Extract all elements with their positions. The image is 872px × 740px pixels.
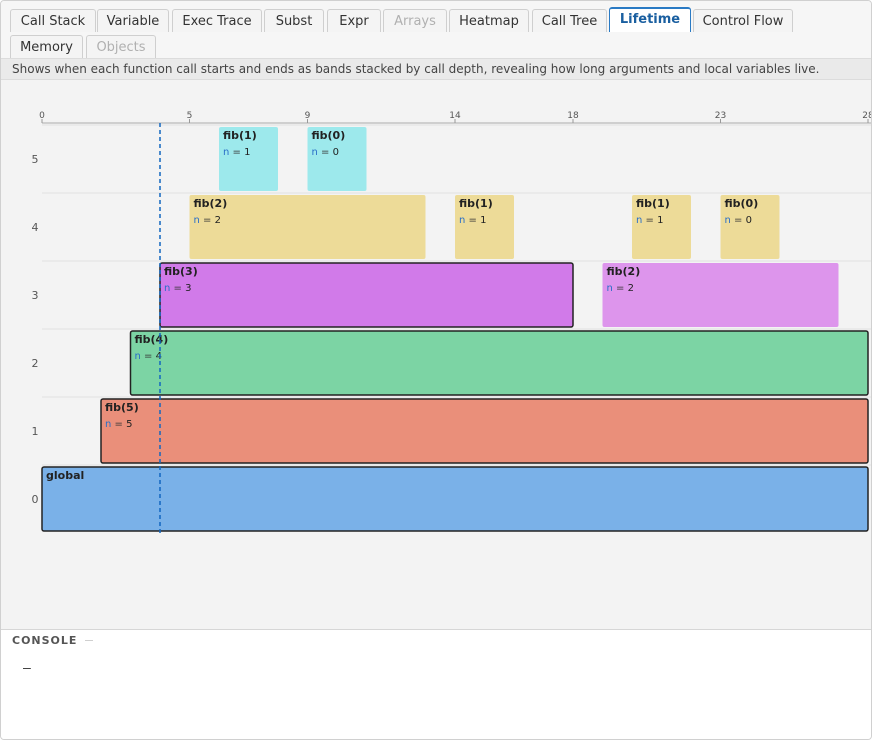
call-band-rect[interactable] bbox=[129, 330, 869, 396]
argument-equals: = bbox=[642, 215, 657, 226]
argument-value: 2 bbox=[628, 283, 634, 294]
call-argument: n = 4 bbox=[135, 351, 162, 362]
call-name: fib(2) bbox=[194, 197, 228, 210]
argument-value: 4 bbox=[156, 351, 162, 362]
argument-value: 1 bbox=[657, 215, 663, 226]
x-tick-label: 14 bbox=[449, 111, 461, 121]
call-band[interactable]: fib(1) n = 1 bbox=[632, 195, 691, 259]
call-name: fib(4) bbox=[135, 333, 169, 346]
call-name: fib(1) bbox=[459, 197, 493, 210]
depth-label: 2 bbox=[32, 357, 39, 370]
call-band[interactable]: fib(0) n = 0 bbox=[720, 195, 780, 259]
tab-subst[interactable]: Subst bbox=[264, 9, 324, 32]
argument-value: 1 bbox=[244, 147, 250, 158]
call-name: fib(2) bbox=[607, 265, 641, 278]
call-argument: n = 1 bbox=[636, 215, 663, 226]
call-band[interactable]: fib(3) n = 3 bbox=[159, 262, 574, 328]
depth-label: 3 bbox=[32, 289, 39, 302]
argument-value: 5 bbox=[126, 419, 132, 430]
call-band[interactable]: fib(5) n = 5 bbox=[100, 398, 869, 464]
tab-bar: Call Stack Variable Exec Trace Subst Expr Arr… bbox=[1, 1, 871, 58]
depth-label: 0 bbox=[32, 493, 39, 506]
tab-objects: Objects bbox=[86, 35, 156, 58]
call-band[interactable]: fib(1) n = 1 bbox=[219, 127, 278, 191]
lifetime-chart: 05914182328012345globalfib(5)n = 5fib(4)… bbox=[1, 81, 871, 629]
argument-value: 1 bbox=[480, 215, 486, 226]
call-band[interactable]: fib(1) n = 1 bbox=[455, 195, 514, 259]
call-argument: n = 2 bbox=[607, 283, 634, 294]
argument-equals: = bbox=[200, 215, 215, 226]
call-band-rect[interactable] bbox=[159, 262, 574, 328]
console-prompt: — bbox=[23, 661, 31, 676]
tab-memory[interactable]: Memory bbox=[10, 35, 83, 58]
argument-equals: = bbox=[141, 351, 156, 362]
call-argument: n = 1 bbox=[459, 215, 486, 226]
x-tick-label: 9 bbox=[305, 111, 311, 121]
call-name: fib(1) bbox=[636, 197, 670, 210]
call-argument: n = 2 bbox=[194, 215, 221, 226]
depth-label: 1 bbox=[32, 425, 39, 438]
call-name: global bbox=[46, 469, 84, 482]
call-name: fib(1) bbox=[223, 129, 257, 142]
tab-expr[interactable]: Expr bbox=[327, 9, 381, 32]
view-description: Shows when each function call starts and… bbox=[1, 58, 871, 80]
x-tick-label: 23 bbox=[715, 111, 726, 121]
call-argument: n = 3 bbox=[164, 283, 191, 294]
call-name: fib(0) bbox=[725, 197, 759, 210]
call-argument: n = 0 bbox=[725, 215, 752, 226]
call-name: fib(5) bbox=[105, 401, 139, 414]
call-name: fib(0) bbox=[312, 129, 346, 142]
argument-equals: = bbox=[613, 283, 628, 294]
console-header: CONSOLE bbox=[1, 629, 871, 652]
call-argument: n = 5 bbox=[105, 419, 132, 430]
x-tick-label: 28 bbox=[862, 111, 871, 121]
tab-arrays: Arrays bbox=[383, 9, 447, 32]
tab-lifetime[interactable]: Lifetime bbox=[609, 7, 691, 32]
call-band[interactable]: fib(2) n = 2 bbox=[602, 263, 839, 327]
argument-equals: = bbox=[170, 283, 185, 294]
lifetime-svg: 05914182328012345globalfib(5)n = 5fib(4)… bbox=[32, 111, 871, 533]
call-name: fib(3) bbox=[164, 265, 198, 278]
argument-equals: = bbox=[465, 215, 480, 226]
argument-equals: = bbox=[111, 419, 126, 430]
depth-label: 4 bbox=[32, 221, 39, 234]
argument-value: 0 bbox=[333, 147, 339, 158]
depth-label: 5 bbox=[32, 153, 39, 166]
tab-call-stack[interactable]: Call Stack bbox=[10, 9, 96, 32]
tab-call-tree[interactable]: Call Tree bbox=[532, 9, 607, 32]
call-argument: n = 1 bbox=[223, 147, 250, 158]
argument-equals: = bbox=[731, 215, 746, 226]
call-argument: n = 0 bbox=[312, 147, 339, 158]
x-tick-label: 5 bbox=[187, 111, 193, 121]
console-title: CONSOLE bbox=[12, 634, 78, 647]
console-output[interactable]: — bbox=[1, 651, 871, 739]
argument-value: 3 bbox=[185, 283, 191, 294]
tab-heatmap[interactable]: Heatmap bbox=[449, 9, 529, 32]
argument-value: 0 bbox=[746, 215, 752, 226]
call-band[interactable]: fib(4) n = 4 bbox=[129, 330, 869, 396]
x-tick-label: 0 bbox=[39, 111, 45, 121]
call-band-rect[interactable] bbox=[41, 466, 869, 532]
argument-equals: = bbox=[318, 147, 333, 158]
call-band-rect[interactable] bbox=[100, 398, 869, 464]
tab-variable[interactable]: Variable bbox=[97, 9, 169, 32]
argument-value: 2 bbox=[215, 215, 221, 226]
console-divider bbox=[85, 640, 93, 641]
call-band[interactable]: fib(0) n = 0 bbox=[307, 127, 367, 191]
argument-equals: = bbox=[229, 147, 244, 158]
tab-control-flow[interactable]: Control Flow bbox=[693, 9, 793, 32]
call-band[interactable]: global bbox=[41, 466, 869, 532]
app-frame: Call Stack Variable Exec Trace Subst Expr Arr… bbox=[0, 0, 872, 740]
call-band[interactable]: fib(2) n = 2 bbox=[189, 195, 426, 259]
x-tick-label: 18 bbox=[567, 111, 579, 121]
tab-exec-trace[interactable]: Exec Trace bbox=[172, 9, 262, 32]
